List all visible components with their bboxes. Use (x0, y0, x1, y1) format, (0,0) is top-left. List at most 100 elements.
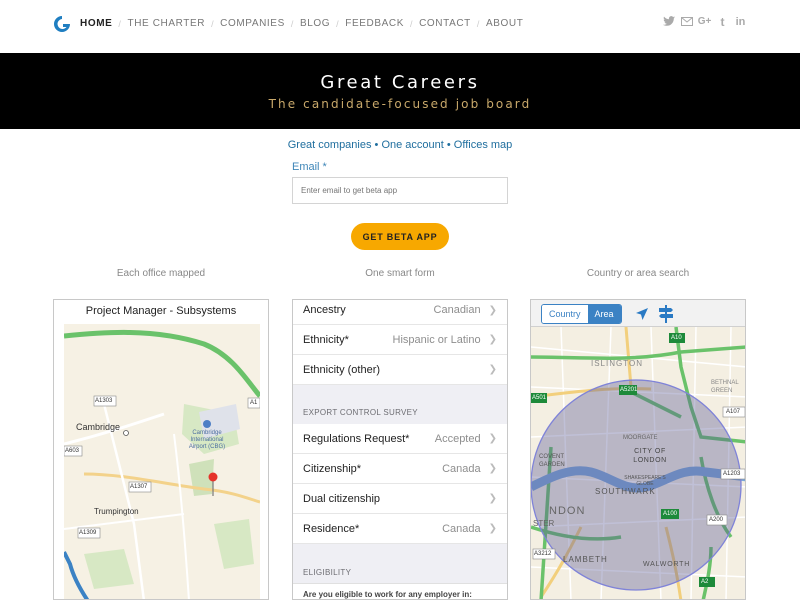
map-toolbar: Country Area (531, 300, 745, 327)
job-title: Project Manager - Subsystems (85, 305, 237, 317)
section-header-export: EXPORT CONTROL SURVEY (293, 385, 507, 425)
place-label-covent-garden: COVENT GARDEN (539, 454, 565, 468)
nav-item-about[interactable]: ABOUT (486, 18, 523, 29)
hero-subtitle: The candidate-focused job board (268, 97, 532, 111)
road-label-a107: A107 (726, 409, 741, 415)
road-label-a1309: A1309 (79, 530, 97, 536)
road-label-a5201: A5201 (620, 387, 638, 393)
road-label-a200: A200 (709, 517, 724, 523)
nav-separator: / (476, 18, 480, 29)
chevron-right-icon: ❯ (488, 433, 497, 444)
office-map[interactable]: A1303 A603 A1307 A1309 A1 Cambridge Camb… (64, 324, 260, 599)
area-search-panel: Country Area A10 A501 A5201 A107 A1203 A… (530, 299, 746, 600)
eligibility-question: Are you eligible to work for any employe… (293, 584, 507, 599)
chevron-right-icon: ❯ (488, 364, 497, 375)
place-label-cambridge: Cambridge (76, 422, 121, 432)
chevron-right-icon: ❯ (488, 334, 497, 345)
nav-item-the-charter[interactable]: THE CHARTER (128, 18, 206, 29)
place-label-london-partial: NDON (549, 505, 586, 517)
nav-separator: / (409, 18, 414, 29)
road-label-a100: A100 (663, 511, 678, 517)
row-value: Canada (442, 522, 481, 535)
area-map[interactable]: A10 A501 A5201 A107 A1203 A100 A200 A321… (531, 327, 745, 599)
place-label-bethnal-green: BETHNAL GREEN (711, 380, 739, 394)
road-label-a501: A501 (532, 395, 547, 401)
road-label-a10: A10 (671, 335, 682, 341)
form-row-residence[interactable]: Residence* Canada ❯ (293, 514, 507, 544)
nav-separator: / (336, 18, 340, 29)
form-row-ethnicity-other[interactable]: Ethnicity (other) ❯ (293, 355, 507, 385)
location-arrow-icon[interactable] (635, 307, 649, 321)
place-label-city-of-london: CITY OF LONDON (633, 448, 667, 464)
row-value: Canadian (433, 304, 481, 316)
row-label: Ancestry (303, 304, 346, 316)
nav-item-home[interactable]: HOME (80, 18, 112, 29)
mail-icon[interactable] (680, 15, 693, 28)
row-label: Regulations Request* (303, 432, 410, 445)
row-value: Hispanic or Latino (392, 333, 481, 346)
form-row-citizenship[interactable]: Citizenship* Canada ❯ (293, 454, 507, 484)
nav-separator: / (211, 18, 215, 29)
segment-area[interactable]: Area (587, 305, 621, 323)
row-label: Ethnicity* (303, 333, 349, 346)
place-label-walworth: WALWORTH (643, 561, 691, 568)
road-label-a2: A2 (701, 579, 709, 585)
nav-separator: / (118, 18, 122, 29)
email-label: Email * (292, 161, 327, 173)
place-label-trumpington: Trumpington (94, 507, 139, 516)
segment-country[interactable]: Country (542, 305, 588, 323)
top-nav: HOME / THE CHARTER / COMPANIES / BLOG / FEEDBACK… (0, 0, 800, 53)
form-row-regulations[interactable]: Regulations Request* Accepted ❯ (293, 424, 507, 454)
chevron-right-icon: ❯ (488, 304, 497, 316)
row-value: Accepted (434, 432, 481, 445)
logo-icon[interactable] (52, 14, 72, 34)
form-row-dual-citizenship[interactable]: Dual citizenship ❯ (293, 484, 507, 514)
social-links: G+ t in (662, 15, 747, 29)
feature-label-form: One smart form (365, 268, 435, 279)
form-row-ancestry[interactable]: Ancestry Canadian ❯ (293, 300, 507, 325)
smart-form-panel: Ancestry Canadian ❯ Ethnicity* Hispanic … (292, 299, 508, 600)
chevron-right-icon: ❯ (488, 463, 497, 474)
tumblr-icon[interactable]: t (716, 15, 729, 29)
twitter-icon[interactable] (662, 15, 675, 28)
feature-label-search: Country or area search (586, 268, 690, 279)
nav-item-companies[interactable]: COMPANIES (220, 18, 285, 29)
place-label-southwark: SOUTHWARK (595, 487, 656, 496)
signpost-icon[interactable] (658, 305, 674, 323)
nav-item-blog[interactable]: BLOG (300, 18, 330, 29)
row-label: Ethnicity (other) (303, 363, 381, 376)
road-label-a1303: A1303 (95, 398, 113, 404)
road-label-a1203: A1203 (723, 471, 741, 477)
google-plus-icon[interactable]: G+ (698, 15, 712, 28)
form-row-ethnicity[interactable]: Ethnicity* Hispanic or Latino ❯ (293, 325, 507, 355)
hero-banner: Great Careers The candidate-focused job … (0, 53, 800, 129)
nav-links: HOME / THE CHARTER / COMPANIES / BLOG / FEEDBACK… (80, 18, 523, 29)
road-label-a1: A1 (250, 400, 258, 406)
row-value: Canada (442, 462, 481, 475)
hero-title: Great Careers (320, 72, 480, 93)
feature-label-offices: Each office mapped (116, 268, 206, 279)
place-label-islington: ISLINGTON (591, 359, 643, 368)
search-mode-toggle: Country Area (541, 304, 622, 324)
place-label-moorgate: MOORGATE (623, 435, 658, 441)
section-header-eligibility: ELIGIBILITY (293, 544, 507, 584)
place-label-ster-partial: STER (533, 519, 555, 528)
row-label: Dual citizenship (303, 492, 381, 505)
nav-item-contact[interactable]: CONTACT (419, 18, 471, 29)
nav-item-feedback[interactable]: FEEDBACK (345, 18, 404, 29)
road-label-a1307: A1307 (130, 484, 148, 490)
row-label: Citizenship* (303, 462, 362, 475)
tagline: Great companies • One account • Offices … (287, 139, 513, 151)
place-label-lambeth: LAMBETH (563, 555, 608, 564)
road-label-a3212: A3212 (534, 551, 552, 557)
linkedin-icon[interactable]: in (734, 15, 747, 28)
chevron-right-icon: ❯ (488, 523, 497, 534)
get-beta-app-button[interactable]: GET BETA APP (351, 223, 449, 250)
chevron-right-icon: ❯ (488, 493, 497, 504)
place-label-globe: SHAKESPEARE'S GLOBE (624, 475, 666, 487)
road-label-a603: A603 (65, 448, 80, 454)
row-label: Residence* (303, 522, 360, 535)
nav-separator: / (290, 18, 294, 29)
email-field[interactable] (292, 177, 508, 204)
office-map-panel: Project Manager - Subsystems A1303 A603 … (53, 299, 269, 600)
